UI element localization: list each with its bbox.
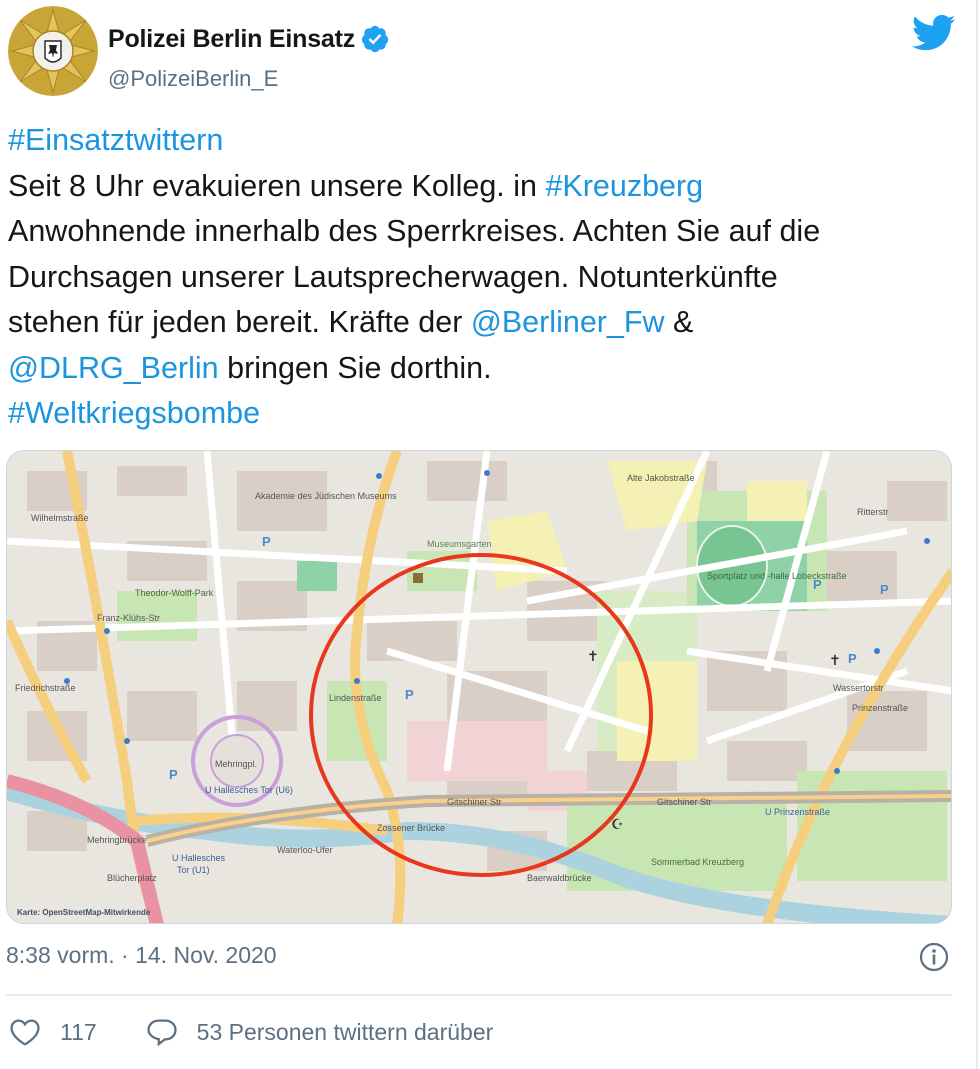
map-label-zossener: Zossener Brücke xyxy=(377,823,445,833)
svg-text:P: P xyxy=(262,534,271,549)
like-count: 117 xyxy=(60,1018,97,1045)
card-border xyxy=(976,0,978,1069)
map-label-wilhelmstrasse: Wilhelmstraße xyxy=(31,513,89,523)
hashtag-einsatztwittern[interactable]: #Einsatztwittern xyxy=(8,123,223,157)
tweet-line-7: #Weltkriegsbombe xyxy=(8,391,958,437)
map-label-u-prinzenstrasse: U Prinzenstraße xyxy=(765,807,830,817)
svg-text:P: P xyxy=(848,651,857,666)
tweet-header: Polizei Berlin Einsatz @PolizeiBerlin_E xyxy=(8,6,968,98)
hashtag-kreuzberg[interactable]: #Kreuzberg xyxy=(545,169,703,203)
speech-bubble-icon xyxy=(147,1019,177,1047)
map-label-mehringplatz: Mehringpl. xyxy=(215,759,257,769)
tweet-text-segment: stehen für jeden bereit. Kräfte der xyxy=(8,305,471,339)
mention-berliner-fw[interactable]: @Berliner_Fw xyxy=(471,305,665,339)
map-label-sommerbad: Sommerbad Kreuzberg xyxy=(651,857,744,867)
tweet-line-1: #Einsatztwittern xyxy=(8,118,958,164)
like-button[interactable]: 117 xyxy=(8,1015,97,1049)
map-canvas: P P P P P P Akademie des Jüdischen Museu… xyxy=(7,451,951,923)
tweet-timestamp[interactable]: 8:38 vorm. · 14. Nov. 2020 xyxy=(6,942,277,969)
map-label-prinzenstrasse: Prinzenstraße xyxy=(852,703,908,713)
mention-dlrg-berlin[interactable]: @DLRG_Berlin xyxy=(8,351,219,385)
map-label-waterloo: Waterloo-Ufer xyxy=(277,845,333,855)
map-label-friedrichstrasse: Friedrichstraße xyxy=(15,683,76,693)
tweet-line-2: Seit 8 Uhr evakuieren unsere Kolleg. in … xyxy=(8,164,958,210)
tweet-line-4: Durchsagen unserer Lautsprecherwagen. No… xyxy=(8,259,778,294)
svg-text:P: P xyxy=(880,582,889,597)
map-label-u-hallesches-2: Tor (U1) xyxy=(177,865,210,875)
reply-button[interactable]: 53 Personen twittern darüber xyxy=(145,1015,494,1049)
map-label-alte-jakob: Alte Jakobstraße xyxy=(627,473,695,483)
map-label-wassertorstrasse: Wassertorstr xyxy=(833,683,884,693)
conversation-label: 53 Personen twittern darüber xyxy=(196,1018,494,1045)
info-icon[interactable] xyxy=(918,941,950,973)
tweet-line-5: stehen für jeden bereit. Kräfte der @Ber… xyxy=(8,300,958,346)
map-label-u-hallesches-tor: U Hallesches Tor (U6) xyxy=(205,785,293,795)
museum-icon xyxy=(413,573,423,583)
police-star-badge-icon xyxy=(8,6,98,96)
map-label-franz-kluehs: Franz-Klühs-Str xyxy=(97,613,160,623)
map-image[interactable]: P P P P P P Akademie des Jüdischen Museu… xyxy=(6,450,952,924)
map-label-gitschiner-1: Gitschiner Str xyxy=(447,797,502,807)
map-label-sportplatz: Sportplatz und -halle Lobeckstraße xyxy=(707,571,847,581)
avatar[interactable] xyxy=(8,6,98,96)
tweet-text: #Einsatztwittern Seit 8 Uhr evakuieren u… xyxy=(8,118,958,437)
map-label-blucherplatz: Blücherplatz xyxy=(107,873,157,883)
map-label-baerwaldbruecke: Baerwaldbrücke xyxy=(527,873,592,883)
svg-text:P: P xyxy=(169,767,178,782)
map-label-u-hallesches-1: U Hallesches xyxy=(172,853,226,863)
map-label-lindenstrasse: Lindenstraße xyxy=(329,693,382,703)
church-icon: ✝ xyxy=(829,653,841,669)
hashtag-weltkriegsbombe[interactable]: #Weltkriegsbombe xyxy=(8,396,260,430)
tweet-text-segment: bringen Sie dorthin. xyxy=(218,350,492,385)
name-row: Polizei Berlin Einsatz xyxy=(108,24,390,54)
church-icon: ✝ xyxy=(587,649,599,665)
map-label-akademie: Akademie des Jüdischen Museums xyxy=(255,491,397,501)
mosque-icon: ☪ xyxy=(611,817,624,833)
map-label-theodor: Theodor-Wolff-Park xyxy=(135,588,214,598)
verified-badge-icon xyxy=(361,25,389,53)
tweet-line-3: Anwohnende innerhalb des Sperrkreises. A… xyxy=(8,214,821,248)
tweet-text-segment: Seit 8 Uhr evakuieren unsere Kolleg. in xyxy=(8,168,546,203)
tweet-line-6: @DLRG_Berlin bringen Sie dorthin. xyxy=(8,346,958,392)
svg-text:P: P xyxy=(405,687,414,702)
action-bar: 117 53 Personen twittern darüber xyxy=(8,1010,493,1054)
map-label-ritterstrasse: Ritterstr xyxy=(857,507,889,517)
map-label-gitschiner-2: Gitschiner Str xyxy=(657,797,712,807)
map-label-museumsgarten: Museumsgarten xyxy=(427,539,492,549)
divider xyxy=(6,994,952,996)
twitter-bird-icon[interactable] xyxy=(912,14,956,52)
handle[interactable]: @PolizeiBerlin_E xyxy=(108,66,278,92)
map-label-mehringbruecke: Mehringbrücke xyxy=(87,835,147,845)
tweet-text-segment: & xyxy=(664,305,694,339)
display-name[interactable]: Polizei Berlin Einsatz xyxy=(108,25,355,54)
map-credit: Karte: OpenStreetMap-Mitwirkende xyxy=(17,908,151,917)
heart-icon xyxy=(10,1019,40,1046)
